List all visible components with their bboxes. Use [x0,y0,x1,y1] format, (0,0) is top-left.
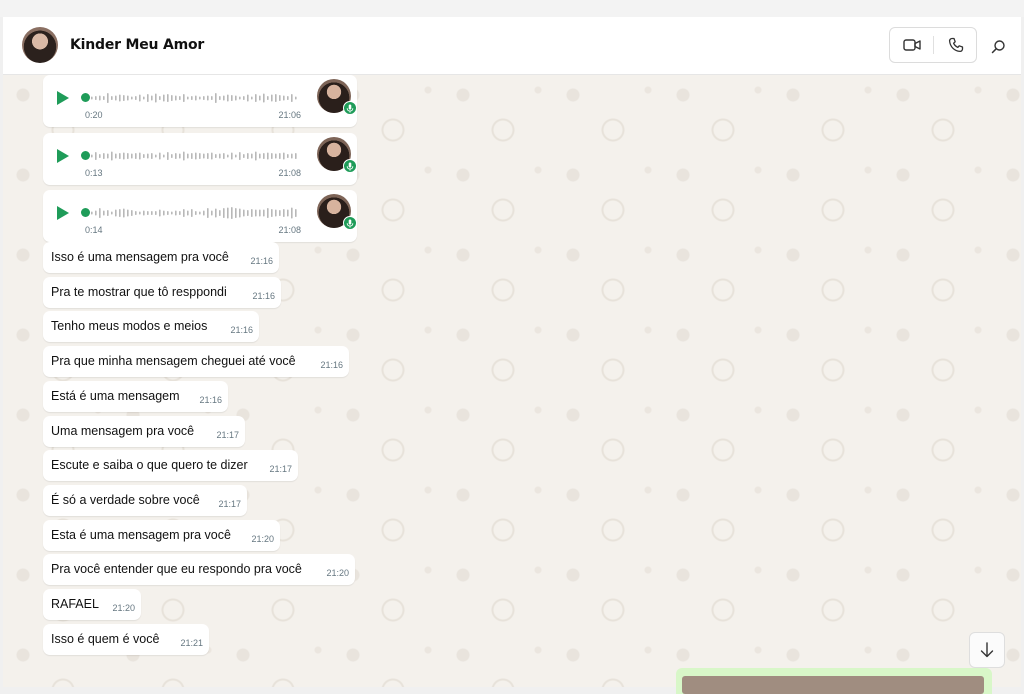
playback-position[interactable] [81,151,90,160]
voice-call-button[interactable] [934,28,977,62]
chat-area[interactable]: 0:20 21:06 0:13 21:08 0:14 21:08 Isso é uma me… [3,75,1021,687]
message-time: 21:21 [180,637,203,648]
message-time: 21:16 [320,360,343,371]
message-bubble[interactable]: Escute e saiba o que quero te dizer 21:17 [43,450,298,482]
message-time: 21:16 [250,256,273,266]
message-bubble[interactable]: Pra que minha mensagem cheguei até você 2… [43,346,349,378]
message-text: Tenho meus modos e meios [51,319,208,334]
message-bubble[interactable]: Pra você entender que eu respondo pra vo… [43,554,355,586]
message-bubble[interactable]: Isso é uma mensagem pra você 21:16 [43,242,279,273]
message-time: 21:20 [112,603,135,613]
message-text: Esta é uma mensagem pra você [51,527,231,542]
message-text: Isso é uma mensagem pra você [51,250,229,264]
message-bubble[interactable]: Pra te mostrar que tô resppondi 21:16 [43,276,281,308]
message-time: 21:17 [216,429,239,440]
scroll-to-bottom-button[interactable] [969,632,1005,668]
contact-avatar[interactable] [22,27,58,63]
mic-icon [343,216,357,230]
voice-message[interactable]: 0:14 21:08 [43,190,357,242]
playback-position[interactable] [81,208,90,217]
call-button-group [889,27,977,63]
message-time: 21:16 [230,325,253,336]
message-time: 21:16 [252,290,275,301]
message-time: 21:20 [326,568,349,579]
message-time: 21:06 [278,110,301,120]
message-bubble[interactable]: Está é uma mensagem 21:16 [43,380,228,412]
voice-message[interactable]: 0:20 21:06 [43,75,357,127]
contact-name[interactable]: Kinder Meu Amor [70,37,204,53]
waveform[interactable] [91,88,299,108]
outgoing-media-preview[interactable] [676,668,992,694]
message-time: 21:08 [278,225,301,235]
voice-duration: 0:13 [85,168,103,178]
message-text: Uma mensagem pra você [51,423,195,438]
play-icon[interactable] [55,89,71,107]
video-call-button[interactable] [890,28,933,62]
mic-icon [343,101,357,115]
message-text: É só a verdade sobre você [51,492,200,507]
playback-position[interactable] [81,93,90,102]
play-icon[interactable] [55,147,71,165]
message-text: RAFAEL [51,597,99,611]
play-icon[interactable] [55,204,71,222]
voice-message[interactable]: 0:13 21:08 [43,133,357,185]
window-top-bar [0,0,1024,17]
message-bubble[interactable]: Tenho meus modos e meios 21:16 [43,311,259,343]
message-time: 21:08 [278,168,301,178]
message-bubble[interactable]: Uma mensagem pra você 21:17 [43,415,245,447]
message-text: Está é uma mensagem [51,388,180,403]
message-text: Pra que minha mensagem cheguei até você [51,354,296,369]
voice-duration: 0:14 [85,225,103,235]
message-text: Pra te mostrar que tô resppondi [51,284,227,299]
message-bubble[interactable]: É só a verdade sobre você 21:17 [43,484,247,516]
waveform[interactable] [91,203,299,223]
voice-call-icon [948,37,963,53]
waveform[interactable] [91,146,299,166]
message-text: Isso é quem é você [51,631,160,646]
message-text: Escute e saiba o que quero te dizer [51,458,248,473]
message-time: 21:17 [218,498,241,509]
video-call-icon [902,39,921,51]
message-time: 21:16 [199,394,222,405]
message-bubble[interactable]: Esta é uma mensagem pra você 21:20 [43,519,280,551]
message-bubble[interactable]: RAFAEL 21:20 [43,589,141,620]
arrow-down-icon [980,642,994,658]
voice-duration: 0:20 [85,110,103,120]
search-button[interactable] [986,34,1010,58]
search-icon [991,39,1005,53]
mic-icon [343,159,357,173]
chat-header: Kinder Meu Amor [3,17,1021,75]
message-text: Pra você entender que eu respondo pra vo… [51,562,302,577]
message-bubble[interactable]: Isso é quem é você 21:21 [43,623,209,655]
message-time: 21:20 [251,533,274,544]
message-time: 21:17 [269,464,292,475]
media-thumbnail [682,676,984,694]
